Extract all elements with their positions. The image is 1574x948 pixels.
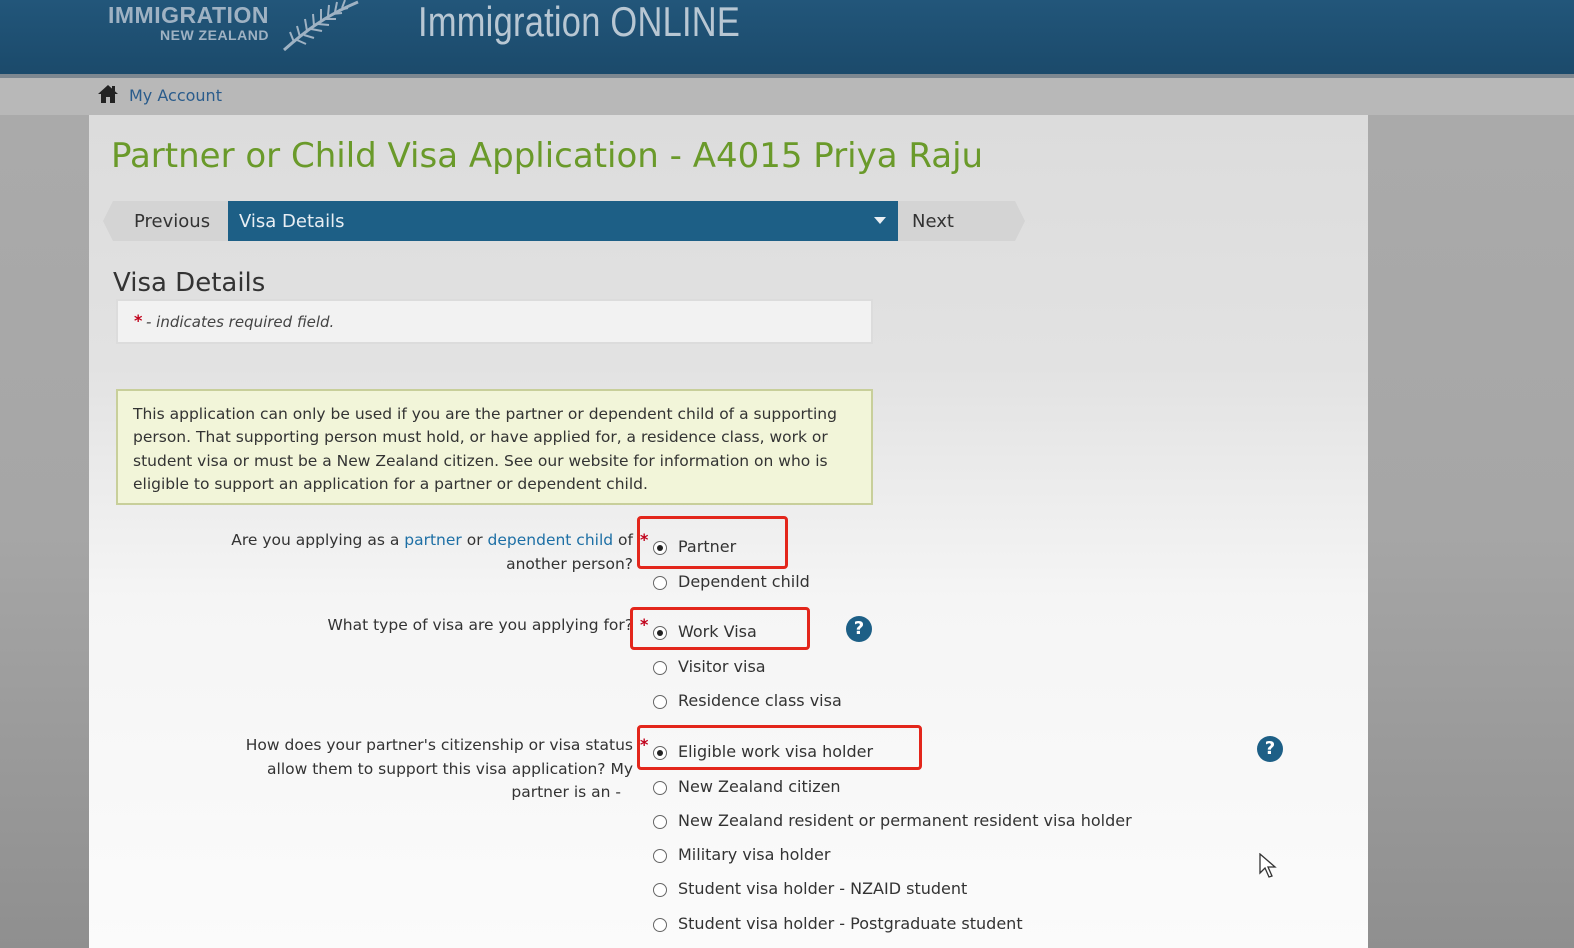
option-label-partner[interactable]: Partner [678,537,736,556]
option-label-residence-class-visa[interactable]: Residence class visa [678,691,842,710]
required-note-text: - indicates required field. [146,313,335,331]
q1-text-line2: another person? [506,554,633,573]
radio-student-nzaid[interactable] [653,883,667,897]
home-icon[interactable] [97,84,119,104]
option-label-dependent-child[interactable]: Dependent child [678,572,810,591]
question-partner-status-label: How does your partner's citizenship or v… [200,734,633,805]
question-applicant-type-label: Are you applying as a partner or depende… [200,529,633,576]
radio-eligible-work-visa-holder[interactable] [653,746,667,760]
radio-military-visa-holder[interactable] [653,849,667,863]
partner-link[interactable]: partner [404,531,462,549]
section-heading: Visa Details [113,268,266,298]
mouse-cursor-icon [1259,853,1277,878]
q1-text-mid: or [466,531,483,549]
radio-visitor-visa[interactable] [653,661,667,675]
logo-text-new-zealand: NEW ZEALAND [160,27,269,43]
question-visa-type-label: What type of visa are you applying for? [327,616,633,634]
next-button[interactable]: Next [912,211,954,232]
help-icon[interactable]: ? [1257,736,1283,762]
my-account-link[interactable]: My Account [129,86,222,105]
radio-dependent-child[interactable] [653,576,667,590]
radio-residence-class-visa[interactable] [653,695,667,709]
dependent-child-link[interactable]: dependent child [488,531,614,549]
option-label-eligible-work-visa-holder[interactable]: Eligible work visa holder [678,742,873,761]
option-label-nz-citizen[interactable]: New Zealand citizen [678,777,841,796]
page-title: Partner or Child Visa Application - A401… [111,136,984,176]
fern-logo-icon [283,0,359,52]
info-box: This application can only be used if you… [116,389,873,505]
help-icon[interactable]: ? [846,616,872,642]
logo-text-immigration: IMMIGRATION [108,2,269,28]
option-label-visitor-visa[interactable]: Visitor visa [678,657,766,676]
radio-partner[interactable] [653,541,667,555]
section-dropdown-value: Visa Details [239,211,345,232]
q1-text-pre: Are you applying as a [231,531,400,549]
q3-text-line3: partner is an - [511,783,621,801]
previous-button[interactable]: Previous [134,211,210,232]
radio-nz-resident[interactable] [653,815,667,829]
radio-student-postgraduate[interactable] [653,918,667,932]
q1-text-post: of [618,531,633,549]
section-dropdown[interactable]: Visa Details [228,201,898,241]
radio-work-visa[interactable] [653,626,667,640]
required-star: * [134,311,143,330]
option-label-work-visa[interactable]: Work Visa [678,622,757,641]
caret-down-icon [874,217,886,224]
radio-nz-citizen[interactable] [653,781,667,795]
option-label-student-nzaid[interactable]: Student visa holder - NZAID student [678,879,967,898]
option-label-nz-resident[interactable]: New Zealand resident or permanent reside… [678,811,1132,830]
q3-text-line2: allow them to support this visa applicat… [267,759,633,778]
q3-text-line1: How does your partner's citizenship or v… [245,736,633,754]
option-label-student-postgraduate[interactable]: Student visa holder - Postgraduate stude… [678,914,1023,933]
option-label-military-visa-holder[interactable]: Military visa holder [678,845,830,864]
app-title: Immigration ONLINE [418,0,741,45]
account-bar [0,78,1574,115]
